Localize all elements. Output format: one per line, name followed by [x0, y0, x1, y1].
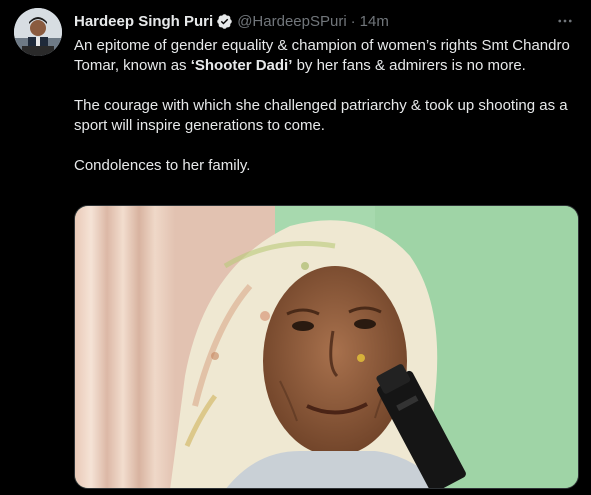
tweet-paragraph-3: Condolences to her family.: [74, 157, 251, 174]
bold-mention: ‘Shooter Dadi’: [190, 57, 293, 74]
more-horizontal-icon[interactable]: [553, 10, 577, 32]
separator-dot: ·: [350, 12, 356, 30]
tweet-photo[interactable]: [74, 205, 579, 489]
author-handle[interactable]: @HardeepSPuri: [237, 13, 346, 30]
tweet-paragraph-2: The courage with which she challenged pa…: [74, 97, 568, 134]
author-name[interactable]: Hardeep Singh Puri: [74, 13, 213, 30]
tweet-header: Hardeep Singh Puri @HardeepSPuri · 14m: [74, 10, 577, 32]
tweet-card[interactable]: Hardeep Singh Puri @HardeepSPuri · 14m A…: [0, 0, 591, 495]
tweet-paragraph-1: An epitome of gender equality & champion…: [74, 37, 570, 74]
tweet-timestamp[interactable]: 14m: [360, 13, 389, 30]
verified-badge-icon: [216, 13, 233, 30]
author-avatar[interactable]: [14, 8, 62, 56]
tweet-text: An epitome of gender equality & champion…: [74, 36, 579, 196]
